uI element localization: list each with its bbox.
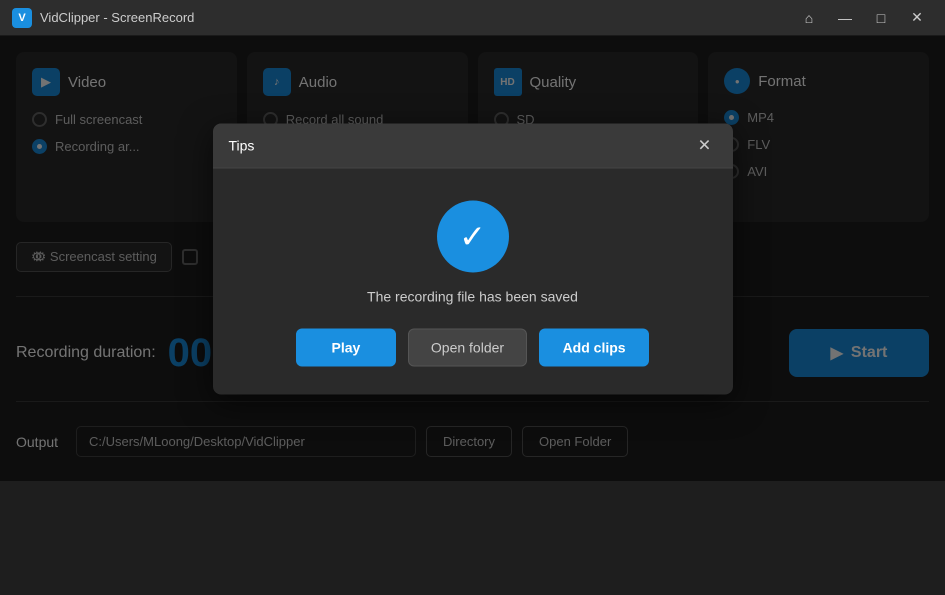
window-controls: ⌂ — □ ✕ [793, 4, 933, 32]
title-bar: V VidClipper - ScreenRecord ⌂ — □ ✕ [0, 0, 945, 36]
checkmark-icon: ✓ [459, 220, 486, 252]
add-clips-button[interactable]: Add clips [539, 328, 649, 366]
dialog-title: Tips [229, 137, 255, 153]
play-button[interactable]: Play [296, 328, 396, 366]
minimize-button[interactable]: — [829, 4, 861, 32]
main-content: ▶ Video Full screencast Recording ar... … [0, 36, 945, 481]
open-folder-dialog-button[interactable]: Open folder [408, 328, 527, 366]
dialog-actions: Play Open folder Add clips [296, 328, 649, 366]
dialog-header: Tips ✕ [213, 123, 733, 168]
success-icon: ✓ [437, 200, 509, 272]
app-title: VidClipper - ScreenRecord [40, 10, 194, 25]
home-button[interactable]: ⌂ [793, 4, 825, 32]
dialog-message: The recording file has been saved [367, 288, 578, 304]
dialog-body: ✓ The recording file has been saved Play… [213, 168, 733, 394]
dialog-close-button[interactable]: ✕ [693, 133, 717, 157]
maximize-button[interactable]: □ [865, 4, 897, 32]
app-icon: V [12, 8, 32, 28]
tips-dialog: Tips ✕ ✓ The recording file has been sav… [213, 123, 733, 394]
close-button[interactable]: ✕ [901, 4, 933, 32]
